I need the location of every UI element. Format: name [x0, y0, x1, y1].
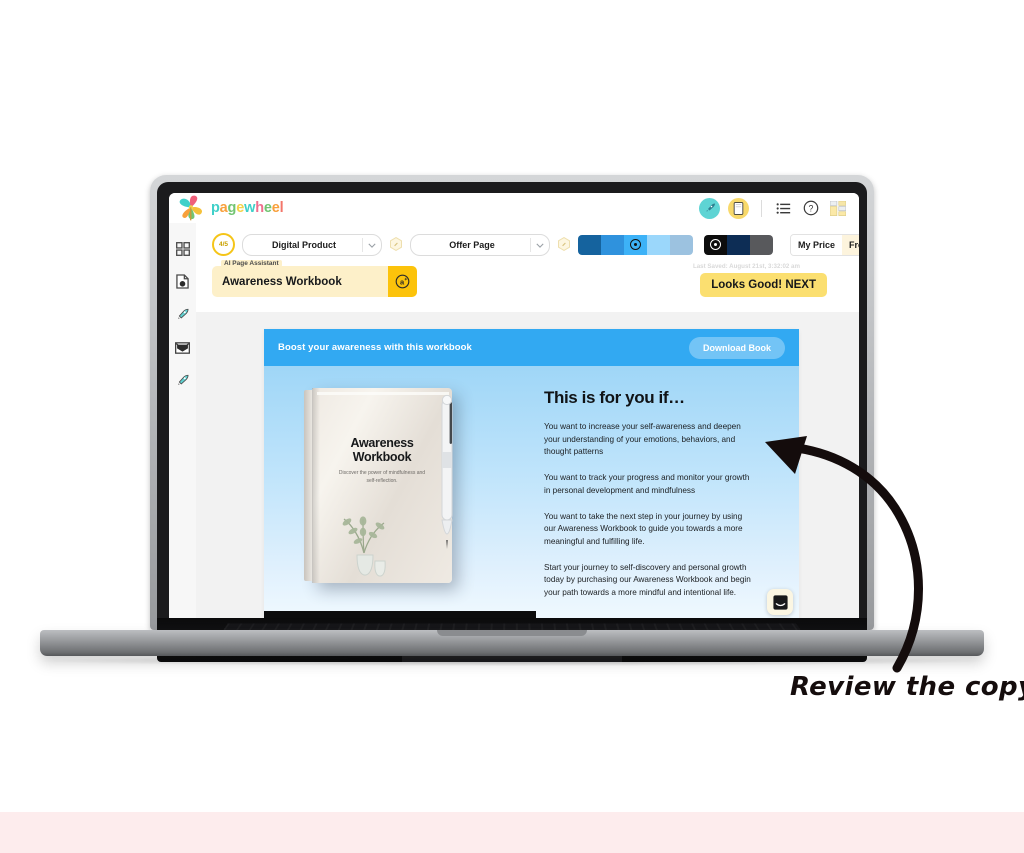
- preview-paragraph: You want to take the next step in your j…: [544, 511, 743, 546]
- bottom-pink-band: [0, 812, 1024, 853]
- book-icon[interactable]: [728, 197, 749, 219]
- toolbar-row-secondary: AI Page Assistant Awareness Workbook a L…: [212, 260, 859, 306]
- page-type-select[interactable]: Offer Page: [410, 233, 550, 256]
- color-swatch[interactable]: [750, 234, 773, 255]
- color-swatch-selected[interactable]: [704, 234, 727, 255]
- select-divider: [362, 237, 363, 252]
- price-value-select[interactable]: Free: [842, 234, 859, 255]
- link-hex-icon: [389, 237, 403, 252]
- ai-sparkle-icon[interactable]: a: [388, 266, 417, 297]
- download-book-button[interactable]: Download Book: [689, 336, 785, 359]
- left-sidebar: [169, 223, 197, 633]
- app-logo[interactable]: pagewheel: [177, 195, 284, 221]
- pinwheel-logo-icon: [179, 195, 203, 221]
- logo-wordmark: pagewheel: [211, 199, 284, 216]
- book-cover-mockup: Awareness Workbook Discover the power of…: [304, 388, 452, 583]
- page-type-value: Offer Page: [449, 239, 495, 250]
- primary-color-palette[interactable]: [578, 234, 693, 255]
- preview-paragraph: You want to increase your self-awareness…: [544, 422, 741, 457]
- book-spine: [312, 388, 320, 583]
- ai-page-assistant-label: AI Page Assistant: [221, 260, 282, 267]
- color-swatch[interactable]: [647, 234, 670, 255]
- curved-arrow-icon: [765, 436, 923, 673]
- text-color-palette[interactable]: [704, 234, 773, 255]
- book-top-edge: [317, 392, 449, 395]
- book-title-line2: Workbook: [352, 450, 412, 465]
- book-title-line1: Awareness: [350, 436, 414, 450]
- preview-hero: Awareness Workbook Discover the power of…: [264, 366, 799, 633]
- product-type-value: Digital Product: [271, 239, 336, 250]
- annotation-text: Review the copy: [790, 672, 1024, 702]
- price-value: Free: [849, 239, 859, 250]
- chevron-down-icon: [368, 240, 376, 250]
- apps-grid-icon[interactable]: [828, 199, 847, 218]
- landing-page-preview: Boost your awareness with this workbook …: [264, 329, 799, 633]
- sidebar-item-launch[interactable]: [174, 306, 191, 323]
- book-mockup-area: Awareness Workbook Discover the power of…: [264, 366, 536, 633]
- product-type-select[interactable]: Digital Product: [242, 233, 382, 256]
- header-divider: [761, 199, 762, 217]
- select-divider: [530, 237, 531, 252]
- plant-illustration-icon: [342, 516, 386, 577]
- list-icon[interactable]: [774, 199, 793, 218]
- preview-paragraph: You want to track your progress and moni…: [544, 473, 750, 495]
- sidebar-item-dashboard[interactable]: [174, 240, 191, 257]
- progress-indicator: 4/5: [212, 233, 235, 256]
- help-icon[interactable]: ?: [801, 199, 820, 218]
- sidebar-item-pages[interactable]: [174, 273, 191, 290]
- color-swatch-selected[interactable]: [624, 234, 647, 255]
- last-saved-text: Last Saved: August 21st, 3:32:02 am: [692, 263, 800, 270]
- preview-topbar: Boost your awareness with this workbook …: [264, 329, 799, 366]
- app-header: pagewheel ?: [169, 193, 859, 224]
- book-title: Awareness Workbook: [312, 436, 452, 465]
- chevron-down-icon: [536, 240, 544, 250]
- sidebar-item-email[interactable]: [174, 339, 191, 356]
- sidebar-item-publish[interactable]: [174, 372, 191, 389]
- svg-text:?: ?: [808, 204, 813, 214]
- ai-page-assistant-input[interactable]: Awareness Workbook: [212, 276, 342, 288]
- color-swatch[interactable]: [670, 234, 693, 255]
- editor-toolbar: 4/5 Digital Product Offer Page My Price …: [196, 223, 859, 313]
- next-button[interactable]: Looks Good! NEXT: [700, 273, 827, 297]
- book-subtitle: Discover the power of mindfulness and se…: [338, 470, 426, 484]
- pen-illustration-icon: [441, 394, 453, 549]
- price-control[interactable]: My Price Free: [790, 233, 859, 256]
- price-label: My Price: [791, 234, 843, 255]
- screenshot-root: pagewheel ? 4/5 Digital Product Offer Pa…: [0, 0, 1024, 853]
- toolbar-row-primary: 4/5 Digital Product Offer Page My Price …: [212, 233, 859, 256]
- header-actions: ?: [699, 197, 859, 219]
- link-hex-icon: [557, 237, 571, 252]
- preview-headline: This is for you if…: [544, 388, 685, 407]
- ai-page-assistant-field[interactable]: AI Page Assistant Awareness Workbook a: [212, 260, 417, 297]
- preview-paragraph: Start your journey to self-discovery and…: [544, 562, 751, 598]
- color-swatch[interactable]: [578, 234, 601, 255]
- preview-topbar-text: Boost your awareness with this workbook: [278, 342, 472, 353]
- color-swatch[interactable]: [727, 234, 750, 255]
- svg-text:a: a: [400, 278, 405, 287]
- color-swatch[interactable]: [601, 234, 624, 255]
- rocket-icon[interactable]: [699, 197, 720, 219]
